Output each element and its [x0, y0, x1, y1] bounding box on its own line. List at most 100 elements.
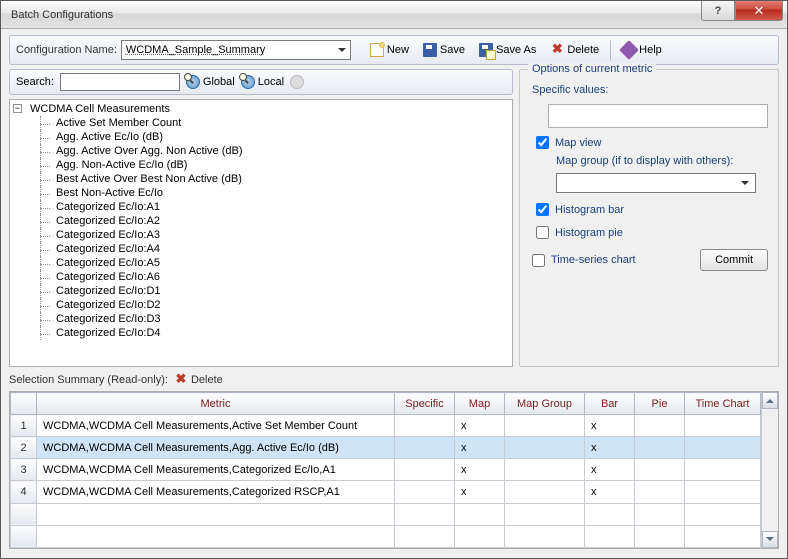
tree-item[interactable]: Categorized Ec/Io:A5: [54, 256, 512, 270]
grid-cell[interactable]: [395, 437, 455, 459]
timeseries-row[interactable]: Time-series chart: [532, 254, 636, 267]
grid-cell[interactable]: [505, 437, 585, 459]
grid-header[interactable]: Pie: [635, 393, 685, 415]
magnifier-icon: [239, 73, 247, 81]
histogram-pie-row[interactable]: Histogram pie: [536, 226, 768, 239]
metrics-tree[interactable]: − WCDMA Cell Measurements Active Set Mem…: [9, 99, 513, 367]
tree-item[interactable]: Agg. Active Over Agg. Non Active (dB): [54, 144, 512, 158]
timeseries-checkbox[interactable]: [532, 254, 545, 267]
histogram-bar-checkbox[interactable]: [536, 203, 549, 216]
grid-cell[interactable]: x: [585, 459, 635, 481]
grid-header[interactable]: Time Chart: [685, 393, 761, 415]
save-as-button[interactable]: Save As: [474, 40, 541, 60]
grid-header[interactable]: Map Group: [505, 393, 585, 415]
tree-item[interactable]: Best Non-Active Ec/Io: [54, 186, 512, 200]
tree-item[interactable]: Best Active Over Best Non Active (dB): [54, 172, 512, 186]
tree-item[interactable]: Categorized Ec/Io:A6: [54, 270, 512, 284]
grid-cell[interactable]: [685, 481, 761, 503]
grid-header[interactable]: Metric: [37, 393, 395, 415]
grid-cell[interactable]: [685, 459, 761, 481]
grid-cell: [505, 525, 585, 547]
search-input[interactable]: [60, 73, 180, 91]
tree-item[interactable]: Categorized Ec/Io:D1: [54, 284, 512, 298]
grid-cell[interactable]: [635, 437, 685, 459]
search-label: Search:: [16, 76, 54, 88]
specific-values-label: Specific values:: [532, 84, 768, 96]
grid-cell[interactable]: x: [585, 481, 635, 503]
tree-root-label[interactable]: WCDMA Cell Measurements: [28, 102, 512, 116]
tree-item[interactable]: Categorized Ec/Io:A3: [54, 228, 512, 242]
map-group-select[interactable]: [556, 173, 756, 193]
delete-button[interactable]: ✖Delete: [545, 40, 604, 60]
grid-cell[interactable]: [505, 459, 585, 481]
grid-cell: [585, 525, 635, 547]
grid-scrollbar[interactable]: [761, 392, 778, 548]
tree-item[interactable]: Categorized Ec/Io:A4: [54, 242, 512, 256]
table-row[interactable]: 2WCDMA,WCDMA Cell Measurements,Agg. Acti…: [11, 437, 761, 459]
grid-cell[interactable]: [635, 459, 685, 481]
row-header[interactable]: 3: [11, 459, 37, 481]
grid-header[interactable]: Specific: [395, 393, 455, 415]
scroll-down-button[interactable]: [762, 531, 778, 548]
new-button[interactable]: New: [365, 40, 414, 60]
histogram-bar-label: Histogram bar: [555, 204, 624, 216]
grid-cell[interactable]: x: [585, 437, 635, 459]
row-header[interactable]: 1: [11, 415, 37, 437]
grid-cell[interactable]: x: [585, 415, 635, 437]
options-title: Options of current metric: [528, 63, 656, 75]
help-button[interactable]: Help: [617, 40, 667, 60]
map-view-row[interactable]: Map view: [536, 136, 768, 149]
table-row[interactable]: 1WCDMA,WCDMA Cell Measurements,Active Se…: [11, 415, 761, 437]
grid-cell[interactable]: x: [455, 481, 505, 503]
scroll-up-button[interactable]: [762, 392, 778, 409]
grid-cell[interactable]: WCDMA,WCDMA Cell Measurements,Categorize…: [37, 459, 395, 481]
map-group-label: Map group (if to display with others):: [556, 155, 768, 167]
tree-item[interactable]: Categorized Ec/Io:D2: [54, 298, 512, 312]
grid-cell[interactable]: WCDMA,WCDMA Cell Measurements,Categorize…: [37, 481, 395, 503]
grid-cell[interactable]: [635, 481, 685, 503]
summary-grid[interactable]: MetricSpecificMapMap GroupBarPieTime Cha…: [10, 392, 761, 548]
tree-item[interactable]: Agg. Active Ec/Io (dB): [54, 130, 512, 144]
stop-search-button[interactable]: [290, 75, 304, 89]
tree-collapse-toggle[interactable]: −: [13, 104, 22, 113]
config-name-label: Configuration Name:: [16, 44, 117, 56]
table-row[interactable]: 4WCDMA,WCDMA Cell Measurements,Categoriz…: [11, 481, 761, 503]
map-view-checkbox[interactable]: [536, 136, 549, 149]
tree-item[interactable]: Categorized Ec/Io:A1: [54, 200, 512, 214]
row-header[interactable]: 4: [11, 481, 37, 503]
search-local-button[interactable]: Local: [241, 75, 284, 89]
grid-cell[interactable]: [395, 481, 455, 503]
grid-cell[interactable]: x: [455, 415, 505, 437]
grid-cell[interactable]: WCDMA,WCDMA Cell Measurements,Agg. Activ…: [37, 437, 395, 459]
search-global-button[interactable]: Global: [186, 75, 235, 89]
grid-cell[interactable]: [685, 415, 761, 437]
histogram-pie-checkbox[interactable]: [536, 226, 549, 239]
table-row[interactable]: 3WCDMA,WCDMA Cell Measurements,Categoriz…: [11, 459, 761, 481]
grid-cell[interactable]: [505, 481, 585, 503]
titlebar-close-button[interactable]: ✕: [735, 1, 783, 21]
histogram-bar-row[interactable]: Histogram bar: [536, 203, 768, 216]
tree-item[interactable]: Active Set Member Count: [54, 116, 512, 130]
grid-cell[interactable]: [505, 415, 585, 437]
save-button[interactable]: Save: [418, 40, 470, 60]
tree-item[interactable]: Categorized Ec/Io:A2: [54, 214, 512, 228]
row-header[interactable]: 2: [11, 437, 37, 459]
grid-cell[interactable]: [685, 437, 761, 459]
grid-cell[interactable]: x: [455, 459, 505, 481]
grid-cell[interactable]: [395, 459, 455, 481]
batch-configurations-dialog: Batch Configurations ? ✕ Configuration N…: [0, 0, 788, 559]
summary-delete-button[interactable]: ✖ Delete: [174, 373, 223, 387]
tree-item[interactable]: Categorized Ec/Io:D4: [54, 326, 512, 340]
grid-cell[interactable]: [635, 415, 685, 437]
grid-cell[interactable]: WCDMA,WCDMA Cell Measurements,Active Set…: [37, 415, 395, 437]
grid-cell[interactable]: [395, 415, 455, 437]
grid-header[interactable]: Bar: [585, 393, 635, 415]
titlebar-help-button[interactable]: ?: [701, 1, 735, 21]
specific-values-input[interactable]: [548, 104, 768, 128]
tree-item[interactable]: Categorized Ec/Io:D3: [54, 312, 512, 326]
grid-header[interactable]: Map: [455, 393, 505, 415]
config-name-combo[interactable]: WCDMA_Sample_Summary: [121, 40, 351, 60]
commit-button[interactable]: Commit: [700, 249, 768, 271]
tree-item[interactable]: Agg. Non-Active Ec/Io (dB): [54, 158, 512, 172]
grid-cell[interactable]: x: [455, 437, 505, 459]
